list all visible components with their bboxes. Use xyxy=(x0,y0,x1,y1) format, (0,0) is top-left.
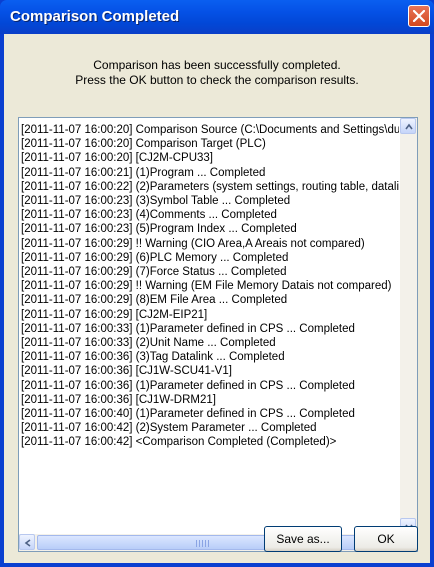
log-line: [2011-11-07 16:00:20] [CJ2M-CPU33] xyxy=(21,152,213,165)
comparison-log[interactable]: [2011-11-07 16:00:20] Comparison Source … xyxy=(18,117,418,552)
log-line: [2011-11-07 16:00:20] Comparison Source … xyxy=(21,124,399,136)
log-line: [2011-11-07 16:00:29] !! Warning (CIO Ar… xyxy=(21,237,365,250)
message-line-2: Press the OK button to check the compari… xyxy=(75,73,359,87)
log-line: [2011-11-07 16:00:23] (5)Program Index .… xyxy=(21,223,297,236)
log-line: [2011-11-07 16:00:36] (1)Parameter defin… xyxy=(21,379,355,392)
horizontal-scrollbar[interactable] xyxy=(19,534,400,551)
close-button[interactable] xyxy=(408,5,430,27)
log-line: [2011-11-07 16:00:42] (2)System Paramete… xyxy=(21,422,317,435)
log-line: [2011-11-07 16:00:29] !! Warning (EM Fil… xyxy=(21,280,392,293)
log-line: [2011-11-07 16:00:36] [CJ1W-DRM21] xyxy=(21,393,216,406)
log-line: [2011-11-07 16:00:23] (3)Symbol Table ..… xyxy=(21,195,291,208)
status-message: Comparison has been successfully complet… xyxy=(4,58,430,88)
log-line: [2011-11-07 16:00:33] (1)Parameter defin… xyxy=(21,322,355,335)
log-line: [2011-11-07 16:00:36] [CJ1W-SCU41-V1] xyxy=(21,365,232,378)
arrow-left-icon xyxy=(24,539,31,547)
log-line: [2011-11-07 16:00:22] (2)Parameters (sys… xyxy=(21,180,399,193)
log-line: [2011-11-07 16:00:23] (4)Comments ... Co… xyxy=(21,209,277,222)
message-line-1: Comparison has been successfully complet… xyxy=(93,58,341,72)
close-icon xyxy=(413,10,425,22)
log-line: [2011-11-07 16:00:33] (2)Unit Name ... C… xyxy=(21,337,276,350)
save-as-button[interactable]: Save as... xyxy=(264,526,342,552)
dialog-title: Comparison Completed xyxy=(10,8,180,25)
log-line: [2011-11-07 16:00:42] <Comparison Comple… xyxy=(21,436,337,449)
vertical-scrollbar[interactable] xyxy=(400,118,417,534)
scroll-grip xyxy=(196,540,210,547)
log-line: [2011-11-07 16:00:21] (1)Program ... Com… xyxy=(21,166,266,179)
log-line: [2011-11-07 16:00:29] (7)Force Status ..… xyxy=(21,266,287,279)
arrow-up-icon xyxy=(405,123,413,130)
log-line: [2011-11-07 16:00:29] (8)EM File Area ..… xyxy=(21,294,288,307)
scroll-left-button[interactable] xyxy=(19,534,35,550)
log-line: [2011-11-07 16:00:29] (6)PLC Memory ... … xyxy=(21,251,289,264)
title-bar[interactable]: Comparison Completed xyxy=(0,0,434,34)
log-line: [2011-11-07 16:00:36] (3)Tag Datalink ..… xyxy=(21,351,285,364)
log-line: [2011-11-07 16:00:20] Comparison Target … xyxy=(21,138,266,151)
comparison-dialog: Comparison Completed Comparison has been… xyxy=(0,0,434,567)
dialog-body: Comparison has been successfully complet… xyxy=(4,34,430,563)
ok-button[interactable]: OK xyxy=(354,526,418,552)
scroll-up-button[interactable] xyxy=(400,118,416,134)
log-line: [2011-11-07 16:00:29] [CJ2M-EIP21] xyxy=(21,308,208,321)
log-content: [2011-11-07 16:00:20] Comparison Source … xyxy=(21,123,399,533)
log-line: [2011-11-07 16:00:40] (1)Parameter defin… xyxy=(21,408,355,421)
